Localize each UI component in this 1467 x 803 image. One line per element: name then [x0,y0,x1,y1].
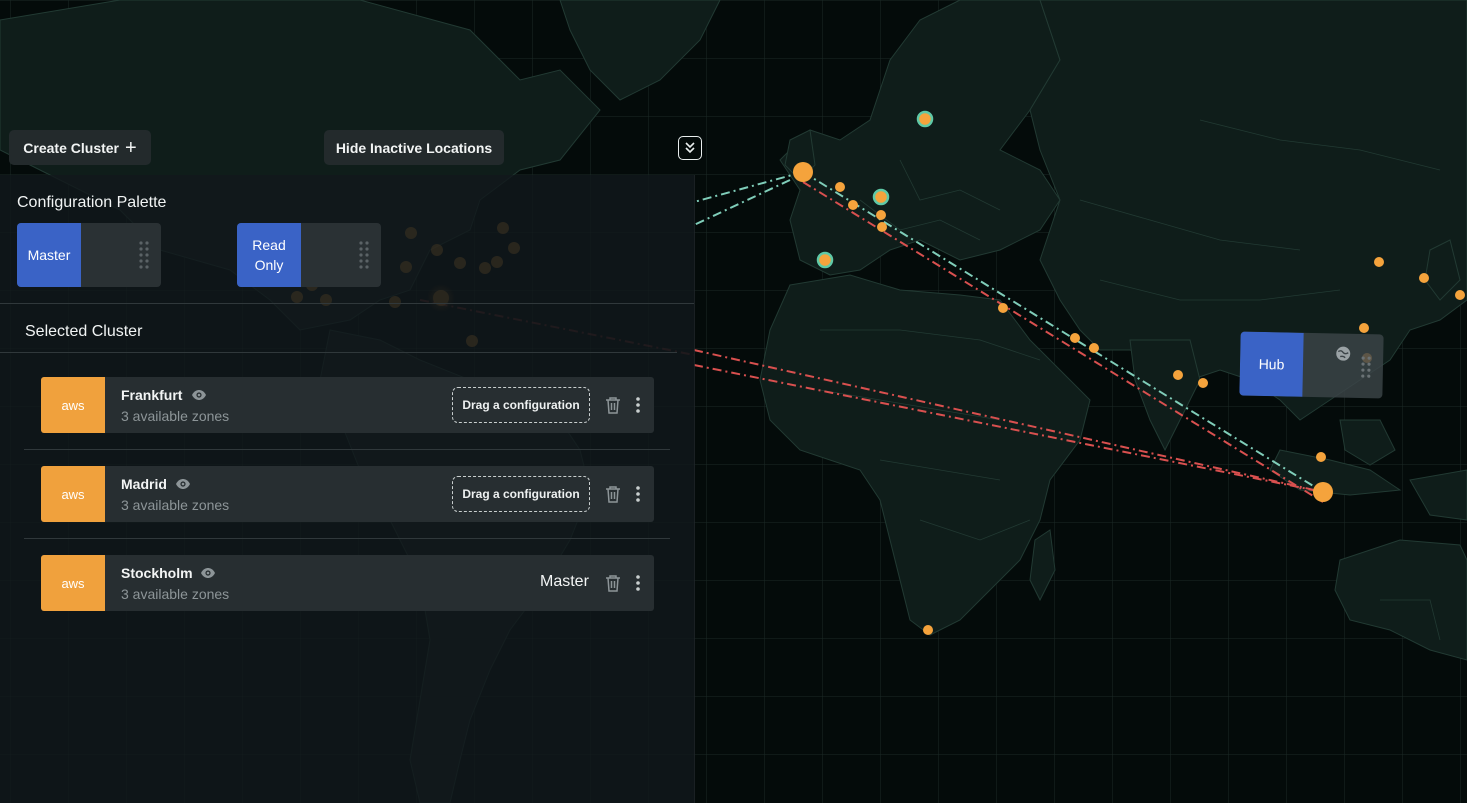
location-dot-hyderabad [1198,378,1208,388]
divider [24,449,670,450]
eye-icon[interactable] [191,389,207,401]
palette-title: Configuration Palette [17,194,167,211]
create-cluster-button[interactable]: Create Cluster + [9,130,151,165]
trash-icon[interactable] [605,485,621,503]
drag-handle-icon[interactable] [359,241,369,269]
cluster-row-stockholm[interactable]: aws Stockholm 3 available zones Master [41,555,654,611]
location-dot-frankfurt-active [872,188,890,206]
divider [0,352,677,353]
globe-icon [1336,346,1351,361]
location-dot-lyon [848,200,858,210]
zones-count: 3 available zones [121,408,230,424]
cluster-panel: Configuration Palette Master Read Only S… [0,175,695,803]
eye-icon[interactable] [200,567,216,579]
selected-cluster-title: Selected Cluster [25,323,143,340]
location-dot-london [793,162,813,182]
aws-badge: aws [41,555,105,611]
app-stage: Create Cluster + Hide Inactive Locations… [0,0,1467,803]
cluster-name: Frankfurt [121,387,183,403]
aws-badge: aws [41,466,105,522]
eye-icon[interactable] [175,478,191,490]
drag-handle-icon[interactable] [1361,356,1371,378]
drag-handle-icon[interactable] [139,241,149,269]
zones-count: 3 available zones [121,497,230,513]
more-options-icon[interactable] [635,485,641,503]
hub-config-card[interactable]: Hub [1239,331,1384,399]
divider [0,303,694,304]
location-dot-beijing [1374,257,1384,267]
more-options-icon[interactable] [635,574,641,592]
hide-inactive-locations-button[interactable]: Hide Inactive Locations [324,130,504,165]
location-dot-bahrain [1070,333,1080,343]
palette-item-read-only-label: Read Only [237,223,301,287]
hub-label: Hub [1239,331,1304,397]
assigned-configuration: Master [540,573,589,590]
plus-icon: + [125,136,137,159]
location-dot-tokyo [1455,290,1465,300]
trash-icon[interactable] [605,574,621,592]
more-options-icon[interactable] [635,396,641,414]
location-dot-milan [877,222,887,232]
double-chevron-down-icon [685,142,695,154]
palette-item-master[interactable]: Master [17,223,161,287]
hide-inactive-label: Hide Inactive Locations [335,139,493,156]
location-dot-mumbai [1173,370,1183,380]
location-dot-shanghai [1359,323,1369,333]
location-dot-jakarta [1313,482,1333,502]
palette-item-master-label: Master [17,223,81,287]
location-dot-madrid-active [816,251,834,269]
palette-item-read-only[interactable]: Read Only [237,223,381,287]
location-dot-stockholm-active [916,110,934,128]
location-dot-cape-town [923,625,933,635]
aws-badge: aws [41,377,105,433]
location-dot-paris [835,182,845,192]
location-dot-zurich [876,210,886,220]
location-dot-dubai [1089,343,1099,353]
cluster-row-madrid[interactable]: aws Madrid 3 available zones Drag a conf… [41,466,654,522]
collapse-panel-button[interactable] [678,136,702,160]
configuration-drop-zone[interactable]: Drag a configuration [452,476,590,512]
cluster-row-frankfurt[interactable]: aws Frankfurt 3 available zones Drag a c… [41,377,654,433]
create-cluster-label: Create Cluster [23,139,119,156]
divider [24,538,670,539]
location-dot-tel-aviv [998,303,1008,313]
cluster-name: Madrid [121,476,167,492]
trash-icon[interactable] [605,396,621,414]
zones-count: 3 available zones [121,586,230,602]
configuration-drop-zone[interactable]: Drag a configuration [452,387,590,423]
cluster-name: Stockholm [121,565,193,581]
location-dot-singapore [1316,452,1326,462]
location-dot-seoul [1419,273,1429,283]
